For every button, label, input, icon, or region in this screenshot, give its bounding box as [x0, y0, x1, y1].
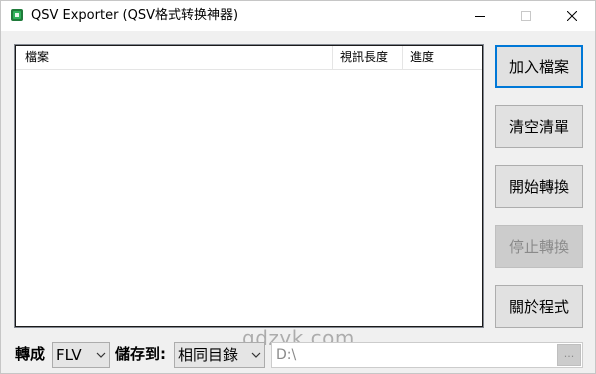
column-header-file[interactable]: 檔案 — [18, 46, 332, 69]
window-title: QSV Exporter (QSV格式转换神器) — [31, 8, 239, 23]
chevron-down-icon — [96, 352, 106, 358]
stop-convert-button: 停止轉換 — [495, 225, 583, 268]
clear-list-button[interactable]: 清空清單 — [495, 105, 583, 148]
save-to-label: 儲存到: — [115, 345, 166, 363]
format-select[interactable]: FLV — [52, 342, 110, 368]
save-location-value: 相同目錄 — [178, 346, 239, 364]
close-icon — [567, 11, 577, 21]
convert-to-label: 轉成 — [15, 345, 46, 363]
app-icon — [10, 8, 24, 22]
chevron-down-icon — [251, 352, 261, 358]
start-convert-button[interactable]: 開始轉換 — [495, 165, 583, 208]
browse-button: ... — [557, 344, 581, 366]
maximize-icon — [521, 11, 531, 21]
format-select-value: FLV — [56, 346, 82, 364]
minimize-button[interactable] — [457, 1, 503, 31]
maximize-button — [503, 1, 549, 31]
close-button[interactable] — [549, 1, 595, 31]
list-header: 檔案 視訊長度 進度 — [16, 46, 482, 70]
add-files-button[interactable]: 加入檔案 — [495, 45, 583, 88]
output-path-field: D:\ — [271, 342, 583, 368]
title-bar[interactable]: QSV Exporter (QSV格式转换神器) — [1, 1, 595, 31]
column-header-video-length[interactable]: 視訊長度 — [332, 46, 402, 69]
column-header-progress[interactable]: 進度 — [402, 46, 482, 69]
app-window: QSV Exporter (QSV格式转换神器) 檔案 視訊長度 進度 加入檔案… — [0, 0, 596, 374]
about-button[interactable]: 關於程式 — [495, 285, 583, 328]
save-location-select[interactable]: 相同目錄 — [174, 342, 265, 368]
file-list[interactable]: 檔案 視訊長度 進度 — [14, 44, 484, 328]
minimize-icon — [475, 16, 485, 17]
